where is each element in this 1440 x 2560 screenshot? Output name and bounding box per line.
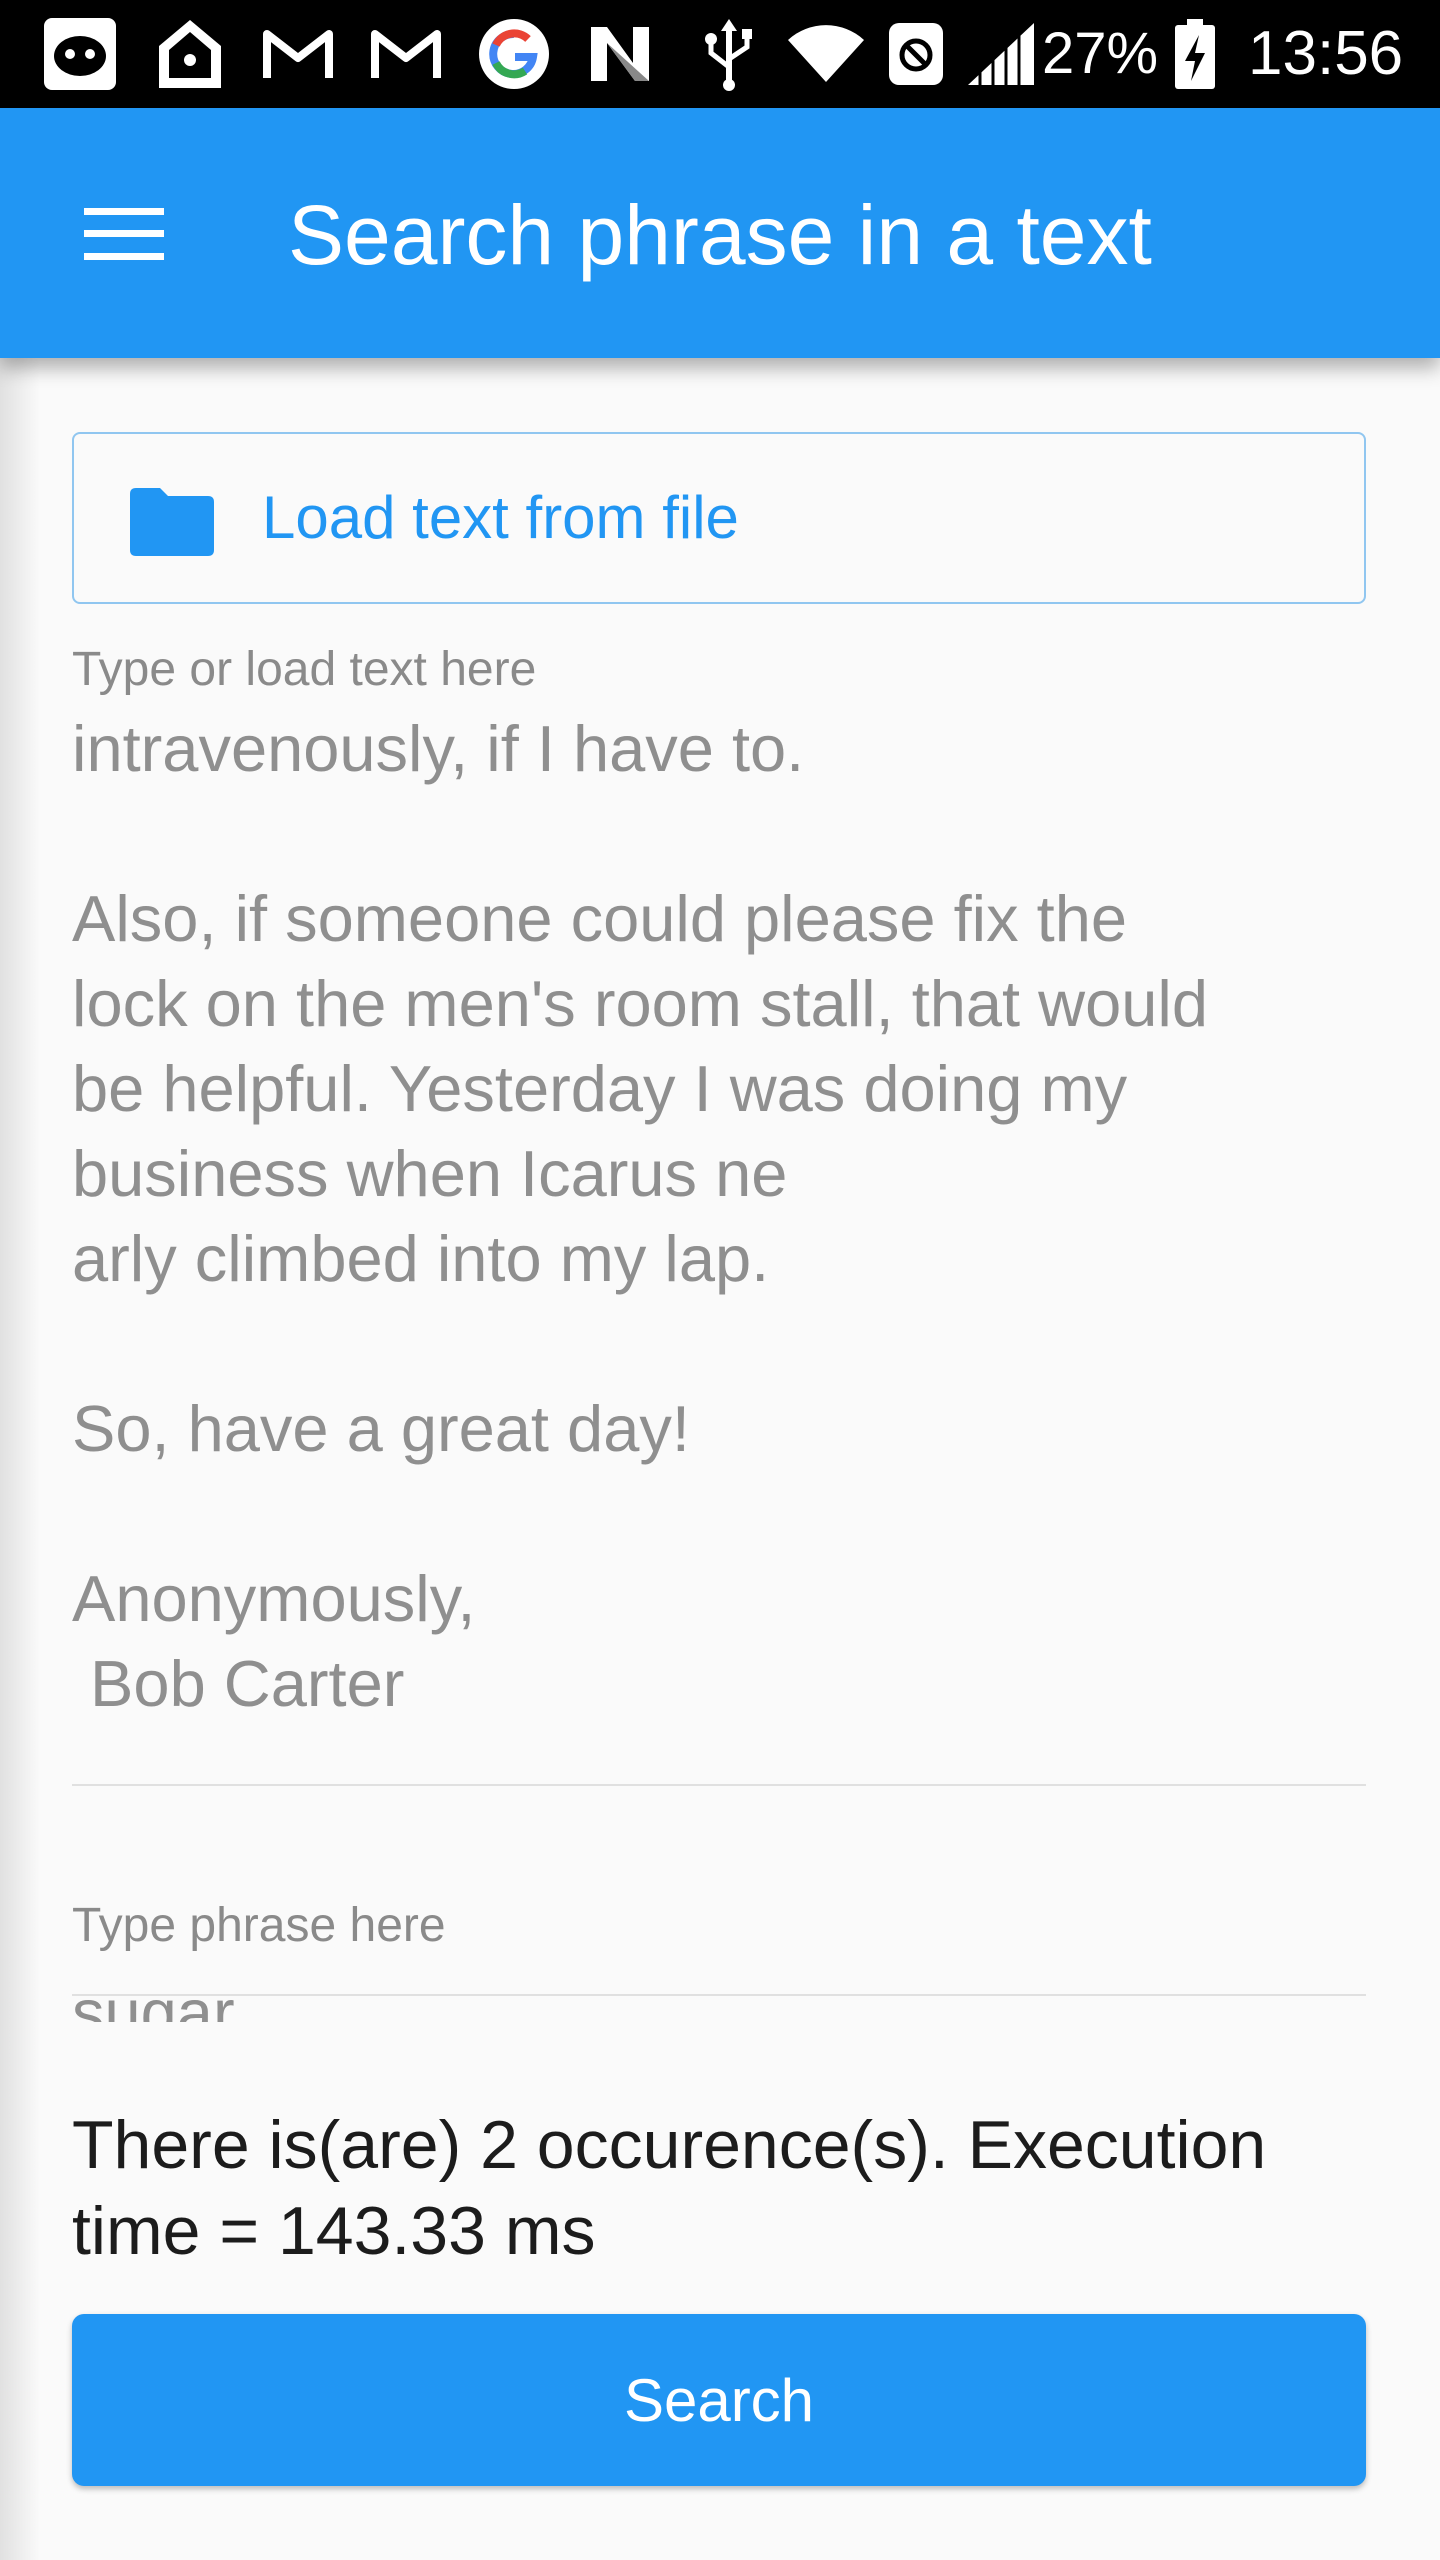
phrase-input[interactable]: sugar [72, 1960, 1366, 2023]
gamepad-app-icon [40, 18, 120, 90]
home-app-icon [152, 18, 228, 90]
result-message: There is(are) 2 occurence(s). Execution … [72, 2107, 1267, 2269]
drawer-edge-shadow [0, 108, 40, 2560]
hamburger-menu-icon [82, 206, 166, 267]
load-file-label: Load text from file [262, 484, 739, 551]
hamburger-menu-button[interactable] [62, 186, 186, 286]
load-file-button[interactable]: Load text from file [72, 432, 1366, 604]
phrase-field-label: Type phrase here [72, 1899, 446, 1952]
app-bar: Search phrase in a text [0, 108, 1440, 358]
text-input-area[interactable]: intravenously, if I have to. Also, if so… [72, 706, 1372, 1726]
folder-icon [126, 484, 216, 558]
wifi-icon [784, 18, 868, 90]
battery-charging-icon [1170, 18, 1220, 90]
search-button-label: Search [623, 2366, 815, 2434]
signal-icon [964, 18, 1038, 90]
page-title: Search phrase in a text [288, 188, 1152, 282]
status-bar: 27% 13:56 [0, 0, 1440, 108]
gmail-icon [366, 18, 446, 90]
clock: 13:56 [1248, 19, 1404, 88]
n-app-icon [580, 18, 660, 90]
battery-percent: 27% [1042, 21, 1159, 86]
text-field-underline [72, 1784, 1366, 1786]
app-screen: 27% 13:56 Search phrase in a text Load t… [0, 0, 1440, 2560]
gmail-icon [258, 18, 338, 90]
google-icon [474, 18, 554, 90]
phrase-field-underline [72, 1994, 1366, 1996]
blocked-app-icon [884, 18, 948, 90]
phrase-input-value: sugar [72, 1976, 235, 2023]
text-field-label: Type or load text here [72, 643, 537, 696]
search-button[interactable]: Search [72, 2314, 1366, 2486]
usb-icon [696, 18, 762, 91]
